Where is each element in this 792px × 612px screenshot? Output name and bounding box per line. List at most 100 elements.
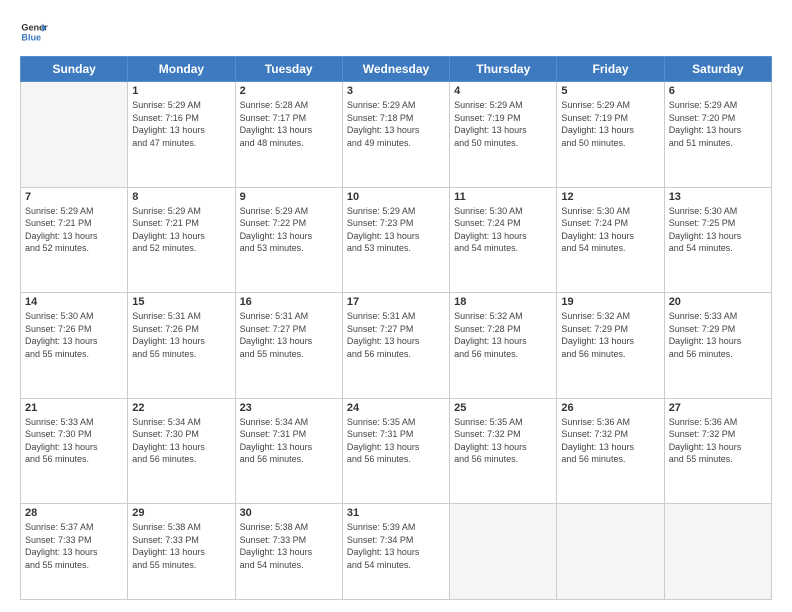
calendar-cell: 10 Sunrise: 5:29 AM Sunset: 7:23 PM Dayli… — [342, 187, 449, 293]
weekday-header: Saturday — [664, 57, 771, 82]
day-number: 31 — [347, 507, 445, 519]
day-info: Sunrise: 5:29 AM Sunset: 7:21 PM Dayligh… — [132, 205, 230, 255]
calendar-cell: 23 Sunrise: 5:34 AM Sunset: 7:31 PM Dayli… — [235, 398, 342, 504]
day-info: Sunrise: 5:34 AM Sunset: 7:30 PM Dayligh… — [132, 416, 230, 466]
day-info: Sunrise: 5:29 AM Sunset: 7:22 PM Dayligh… — [240, 205, 338, 255]
calendar-cell: 11Sunrise: 5:30 AM Sunset: 7:24 PM Dayli… — [450, 187, 557, 293]
calendar-week-row: 7 Sunrise: 5:29 AM Sunset: 7:21 PM Daylig… — [21, 187, 772, 293]
day-number: 25 — [454, 402, 552, 414]
calendar-week-row: 14 Sunrise: 5:30 AM Sunset: 7:26 PM Dayli… — [21, 293, 772, 399]
calendar-cell: 30Sunrise: 5:38 AM Sunset: 7:33 PM Dayli… — [235, 504, 342, 600]
day-info: Sunrise: 5:31 AM Sunset: 7:27 PM Dayligh… — [347, 310, 445, 360]
calendar-cell: 5 Sunrise: 5:29 AM Sunset: 7:19 PM Daylig… — [557, 82, 664, 188]
day-info: Sunrise: 5:32 AM Sunset: 7:29 PM Dayligh… — [561, 310, 659, 360]
calendar-header-row: SundayMondayTuesdayWednesdayThursdayFrid… — [21, 57, 772, 82]
day-info: Sunrise: 5:30 AM Sunset: 7:25 PM Dayligh… — [669, 205, 767, 255]
day-info: Sunrise: 5:36 AM Sunset: 7:32 PM Dayligh… — [561, 416, 659, 466]
day-number: 16 — [240, 296, 338, 308]
weekday-header: Tuesday — [235, 57, 342, 82]
calendar-table: SundayMondayTuesdayWednesdayThursdayFrid… — [20, 56, 772, 600]
calendar-cell — [450, 504, 557, 600]
calendar-cell: 8 Sunrise: 5:29 AM Sunset: 7:21 PM Daylig… — [128, 187, 235, 293]
calendar-cell: 13 Sunrise: 5:30 AM Sunset: 7:25 PM Dayli… — [664, 187, 771, 293]
day-number: 4 — [454, 85, 552, 97]
day-number: 20 — [669, 296, 767, 308]
day-info: Sunrise: 5:31 AM Sunset: 7:26 PM Dayligh… — [132, 310, 230, 360]
day-number: 24 — [347, 402, 445, 414]
weekday-header: Wednesday — [342, 57, 449, 82]
calendar-week-row: 21Sunrise: 5:33 AM Sunset: 7:30 PM Dayli… — [21, 398, 772, 504]
weekday-header: Sunday — [21, 57, 128, 82]
day-info: Sunrise: 5:29 AM Sunset: 7:19 PM Dayligh… — [561, 99, 659, 149]
day-info: Sunrise: 5:36 AM Sunset: 7:32 PM Dayligh… — [669, 416, 767, 466]
day-info: Sunrise: 5:31 AM Sunset: 7:27 PM Dayligh… — [240, 310, 338, 360]
calendar-cell — [557, 504, 664, 600]
day-number: 22 — [132, 402, 230, 414]
day-info: Sunrise: 5:29 AM Sunset: 7:18 PM Dayligh… — [347, 99, 445, 149]
day-number: 10 — [347, 191, 445, 203]
day-number: 23 — [240, 402, 338, 414]
day-number: 15 — [132, 296, 230, 308]
calendar-cell: 18Sunrise: 5:32 AM Sunset: 7:28 PM Dayli… — [450, 293, 557, 399]
calendar-cell: 27 Sunrise: 5:36 AM Sunset: 7:32 PM Dayli… — [664, 398, 771, 504]
day-info: Sunrise: 5:29 AM Sunset: 7:21 PM Dayligh… — [25, 205, 123, 255]
day-info: Sunrise: 5:38 AM Sunset: 7:33 PM Dayligh… — [132, 521, 230, 571]
logo-icon: General Blue — [20, 18, 48, 46]
day-info: Sunrise: 5:35 AM Sunset: 7:31 PM Dayligh… — [347, 416, 445, 466]
calendar-cell: 24 Sunrise: 5:35 AM Sunset: 7:31 PM Dayli… — [342, 398, 449, 504]
day-info: Sunrise: 5:29 AM Sunset: 7:19 PM Dayligh… — [454, 99, 552, 149]
calendar-cell: 14 Sunrise: 5:30 AM Sunset: 7:26 PM Dayli… — [21, 293, 128, 399]
weekday-header: Friday — [557, 57, 664, 82]
day-number: 5 — [561, 85, 659, 97]
calendar-cell: 1 Sunrise: 5:29 AM Sunset: 7:16 PM Daylig… — [128, 82, 235, 188]
day-number: 13 — [669, 191, 767, 203]
day-info: Sunrise: 5:29 AM Sunset: 7:23 PM Dayligh… — [347, 205, 445, 255]
calendar-cell: 21Sunrise: 5:33 AM Sunset: 7:30 PM Dayli… — [21, 398, 128, 504]
day-number: 8 — [132, 191, 230, 203]
day-info: Sunrise: 5:30 AM Sunset: 7:26 PM Dayligh… — [25, 310, 123, 360]
calendar-cell: 26 Sunrise: 5:36 AM Sunset: 7:32 PM Dayli… — [557, 398, 664, 504]
day-number: 14 — [25, 296, 123, 308]
calendar-cell: 31Sunrise: 5:39 AM Sunset: 7:34 PM Dayli… — [342, 504, 449, 600]
calendar-cell: 12 Sunrise: 5:30 AM Sunset: 7:24 PM Dayli… — [557, 187, 664, 293]
calendar-cell: 19 Sunrise: 5:32 AM Sunset: 7:29 PM Dayli… — [557, 293, 664, 399]
calendar-week-row: 28 Sunrise: 5:37 AM Sunset: 7:33 PM Dayli… — [21, 504, 772, 600]
day-number: 28 — [25, 507, 123, 519]
calendar-cell: 15 Sunrise: 5:31 AM Sunset: 7:26 PM Dayli… — [128, 293, 235, 399]
day-info: Sunrise: 5:28 AM Sunset: 7:17 PM Dayligh… — [240, 99, 338, 149]
calendar-cell: 7 Sunrise: 5:29 AM Sunset: 7:21 PM Daylig… — [21, 187, 128, 293]
day-number: 27 — [669, 402, 767, 414]
calendar-cell: 6Sunrise: 5:29 AM Sunset: 7:20 PM Daylig… — [664, 82, 771, 188]
calendar-cell: 22 Sunrise: 5:34 AM Sunset: 7:30 PM Dayli… — [128, 398, 235, 504]
day-number: 2 — [240, 85, 338, 97]
calendar-cell: 4 Sunrise: 5:29 AM Sunset: 7:19 PM Daylig… — [450, 82, 557, 188]
header: General Blue — [20, 18, 772, 46]
calendar-week-row: 1 Sunrise: 5:29 AM Sunset: 7:16 PM Daylig… — [21, 82, 772, 188]
day-info: Sunrise: 5:30 AM Sunset: 7:24 PM Dayligh… — [561, 205, 659, 255]
day-number: 30 — [240, 507, 338, 519]
day-number: 12 — [561, 191, 659, 203]
day-info: Sunrise: 5:32 AM Sunset: 7:28 PM Dayligh… — [454, 310, 552, 360]
day-info: Sunrise: 5:33 AM Sunset: 7:29 PM Dayligh… — [669, 310, 767, 360]
day-number: 1 — [132, 85, 230, 97]
day-number: 26 — [561, 402, 659, 414]
day-info: Sunrise: 5:29 AM Sunset: 7:16 PM Dayligh… — [132, 99, 230, 149]
day-number: 29 — [132, 507, 230, 519]
weekday-header: Monday — [128, 57, 235, 82]
day-info: Sunrise: 5:34 AM Sunset: 7:31 PM Dayligh… — [240, 416, 338, 466]
calendar-cell: 20 Sunrise: 5:33 AM Sunset: 7:29 PM Dayli… — [664, 293, 771, 399]
day-info: Sunrise: 5:30 AM Sunset: 7:24 PM Dayligh… — [454, 205, 552, 255]
calendar-cell: 28 Sunrise: 5:37 AM Sunset: 7:33 PM Dayli… — [21, 504, 128, 600]
day-number: 19 — [561, 296, 659, 308]
day-info: Sunrise: 5:35 AM Sunset: 7:32 PM Dayligh… — [454, 416, 552, 466]
calendar-cell: 25 Sunrise: 5:35 AM Sunset: 7:32 PM Dayli… — [450, 398, 557, 504]
day-number: 7 — [25, 191, 123, 203]
day-number: 6 — [669, 85, 767, 97]
day-number: 9 — [240, 191, 338, 203]
calendar-cell: 2 Sunrise: 5:28 AM Sunset: 7:17 PM Daylig… — [235, 82, 342, 188]
calendar-cell — [21, 82, 128, 188]
day-info: Sunrise: 5:37 AM Sunset: 7:33 PM Dayligh… — [25, 521, 123, 571]
calendar-cell — [664, 504, 771, 600]
day-info: Sunrise: 5:33 AM Sunset: 7:30 PM Dayligh… — [25, 416, 123, 466]
calendar-cell: 16 Sunrise: 5:31 AM Sunset: 7:27 PM Dayli… — [235, 293, 342, 399]
